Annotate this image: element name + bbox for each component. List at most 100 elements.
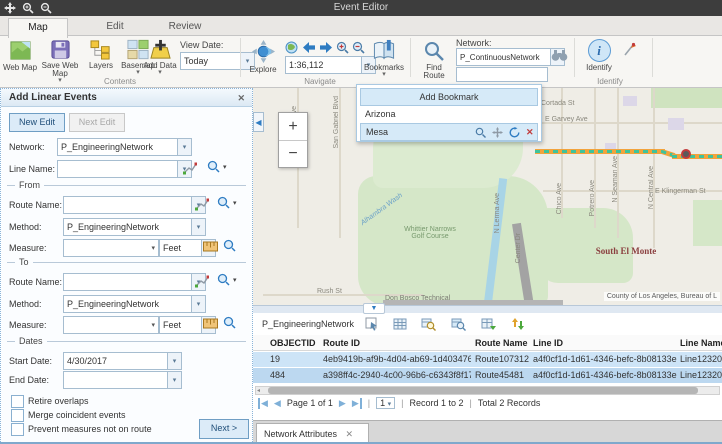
start-date-select[interactable]: 4/30/2017 ▾ xyxy=(63,352,182,370)
bookmark-item-arizona[interactable]: Arizona xyxy=(360,106,538,122)
tab-map[interactable]: Map xyxy=(8,18,68,38)
golf-course-label: Whittier Narrows Golf Course xyxy=(401,226,459,240)
map-zoom-out-button[interactable]: − xyxy=(279,141,307,168)
pan-tool-icon[interactable] xyxy=(4,2,16,14)
column-header[interactable]: OBJECTID xyxy=(270,338,320,348)
add-bookmark-button[interactable]: Add Bookmark xyxy=(360,88,538,106)
search-route-icon[interactable] xyxy=(217,196,230,209)
search-route-caret-icon[interactable]: ▾ xyxy=(233,278,237,284)
bookmarks-menu: Add Bookmark Arizona Mesa ✕ xyxy=(356,84,542,142)
to-method-select[interactable]: P_EngineeringNetwork ▾ xyxy=(63,295,206,313)
tab-review[interactable]: Review xyxy=(154,18,216,36)
panel-network-select[interactable]: P_EngineeringNetwork ▾ xyxy=(57,138,192,156)
find-binoculars-icon[interactable] xyxy=(551,49,568,62)
first-page-button[interactable]: ◀ xyxy=(258,398,268,409)
park-area xyxy=(693,200,722,246)
layers-button[interactable]: Layers xyxy=(84,39,118,70)
add-data-button[interactable]: Add Data ▾ xyxy=(140,39,180,76)
from-method-select[interactable]: P_EngineeringNetwork ▾ xyxy=(63,218,206,236)
bookmarks-icon xyxy=(371,39,397,62)
total-records-label: Total 2 Records xyxy=(478,398,541,408)
sort-records-icon[interactable] xyxy=(511,317,525,331)
map-street-label: Chico Ave xyxy=(556,183,563,214)
page-size-select[interactable]: 1 ▾ xyxy=(376,397,395,409)
scrollbar-left-arrow[interactable]: ◂ xyxy=(257,387,260,394)
select-records-icon[interactable] xyxy=(365,317,379,331)
panel-title: Add Linear Events xyxy=(9,92,97,103)
end-date-select[interactable]: ▾ xyxy=(63,371,182,389)
search-route-caret-icon[interactable]: ▾ xyxy=(233,201,237,207)
collapse-panel-button[interactable]: ◀ xyxy=(253,112,264,132)
zoom-to-bookmark-icon[interactable] xyxy=(475,127,486,138)
previous-extent-icon[interactable] xyxy=(302,41,316,54)
attribute-grid-icon[interactable] xyxy=(393,317,407,331)
select-route-on-map-icon[interactable] xyxy=(195,274,209,288)
measure-search-icon[interactable] xyxy=(223,316,236,329)
caret-icon: ▾ xyxy=(151,244,158,252)
next-extent-icon[interactable] xyxy=(319,41,333,54)
route-search-input[interactable] xyxy=(456,67,548,82)
from-route-name-label: Route Name: xyxy=(9,200,62,210)
view-date-select[interactable]: Today ▾ xyxy=(180,52,255,70)
web-map-button[interactable]: Web Map xyxy=(2,39,38,72)
from-route-name-select[interactable]: ▾ xyxy=(63,196,206,214)
search-line-caret-icon[interactable]: ▾ xyxy=(223,165,227,171)
identify-button[interactable]: i Identify xyxy=(580,39,618,72)
select-line-on-map-icon[interactable] xyxy=(183,161,197,175)
next-page-button[interactable]: ▶ xyxy=(339,398,346,409)
map-street-label: N Central Ave xyxy=(648,166,655,209)
measure-ruler-icon[interactable] xyxy=(203,241,218,252)
bookmarks-button[interactable]: Bookmarks ▾ xyxy=(362,39,406,78)
tab-network-attributes[interactable]: Network Attributes ✕ xyxy=(256,423,369,444)
refresh-selection-icon[interactable] xyxy=(481,317,496,331)
measure-search-icon[interactable] xyxy=(223,239,236,252)
scrollbar-thumb[interactable] xyxy=(268,387,698,394)
update-bookmark-icon[interactable] xyxy=(509,127,520,138)
from-measure-input[interactable]: ▾ xyxy=(63,239,159,257)
to-measure-input[interactable]: ▾ xyxy=(63,316,159,334)
close-tab-icon[interactable]: ✕ xyxy=(346,429,354,439)
pan-to-selection-icon[interactable] xyxy=(451,317,466,331)
find-route-button[interactable]: Find Route xyxy=(416,40,452,80)
next-step-button[interactable]: Next > xyxy=(199,419,249,439)
pan-to-bookmark-icon[interactable] xyxy=(492,127,503,138)
column-header[interactable]: Route Name xyxy=(475,338,531,348)
column-header[interactable]: Line ID xyxy=(533,338,677,348)
caret-icon: ▾ xyxy=(177,139,191,155)
new-edit-button[interactable]: New Edit xyxy=(9,113,65,132)
zoom-in-tool-icon[interactable] xyxy=(22,2,34,14)
measure-ruler-icon[interactable] xyxy=(203,318,218,329)
zoom-to-selection-icon[interactable] xyxy=(421,317,436,331)
identify-pin-icon[interactable] xyxy=(622,42,636,56)
table-scrollbar[interactable]: ◂ xyxy=(255,386,720,395)
column-header[interactable]: Route ID xyxy=(323,338,471,348)
bookmark-item-mesa[interactable]: Mesa ✕ xyxy=(360,123,538,141)
map-street-label: N Lerma Ave xyxy=(494,193,501,233)
remove-bookmark-icon[interactable]: ✕ xyxy=(526,124,534,140)
tab-edit[interactable]: Edit xyxy=(86,18,144,36)
retire-overlaps-checkbox[interactable] xyxy=(11,395,24,408)
search-line-icon[interactable] xyxy=(207,160,220,173)
collapse-table-button[interactable]: ▼ xyxy=(363,303,385,314)
next-edit-button[interactable]: Next Edit xyxy=(69,113,125,132)
zoom-in-icon[interactable] xyxy=(336,41,349,54)
map-street-label: Potrero Ave xyxy=(589,180,596,216)
last-page-button[interactable]: ▶ xyxy=(352,398,362,409)
select-route-on-map-icon[interactable] xyxy=(195,197,209,211)
previous-extent-globe-icon[interactable] xyxy=(285,41,298,54)
table-row[interactable]: 19 4eb9419b-af9b-4d04-ab69-1d403476802b … xyxy=(253,352,722,368)
explore-button[interactable]: Explore xyxy=(245,39,281,74)
search-route-icon[interactable] xyxy=(217,273,230,286)
merge-coincident-checkbox[interactable] xyxy=(11,409,24,422)
previous-page-button[interactable]: ◀ xyxy=(274,398,281,409)
line-name-select[interactable]: ▾ xyxy=(57,160,192,178)
from-measure-label: Measure: xyxy=(9,243,47,253)
map-zoom-in-button[interactable]: + xyxy=(279,113,307,141)
table-row[interactable]: 484 a398ff4c-2940-4c00-96b6-c6343f8f1711… xyxy=(253,368,722,384)
prevent-measures-checkbox[interactable] xyxy=(11,423,24,436)
close-panel-icon[interactable]: ✕ xyxy=(237,89,245,107)
to-route-name-select[interactable]: ▾ xyxy=(63,273,206,291)
zoom-out-tool-icon[interactable] xyxy=(40,2,52,14)
column-header[interactable]: Line Name xyxy=(680,338,722,348)
network-select[interactable]: P_ContinuousNetwork ▾ xyxy=(456,48,565,66)
